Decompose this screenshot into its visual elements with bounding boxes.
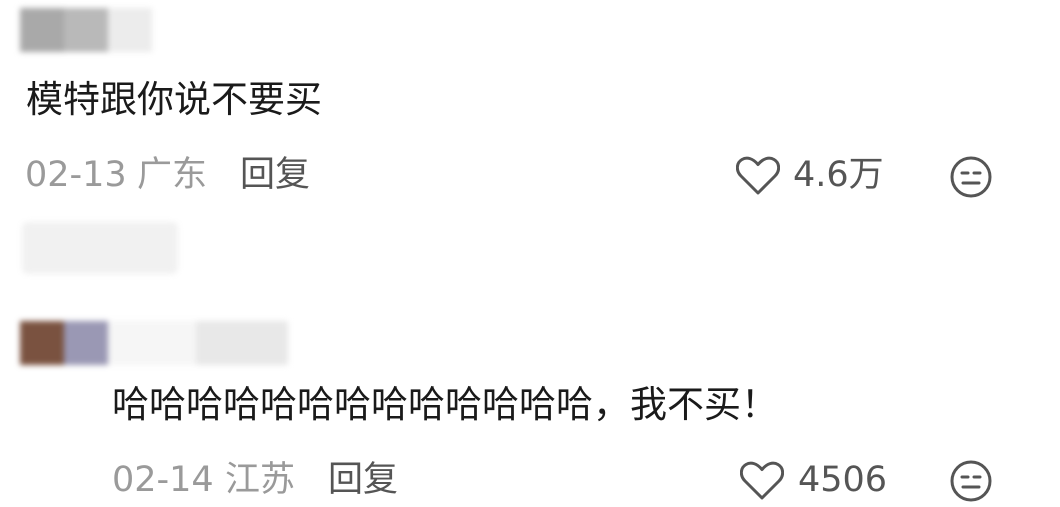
like-count: 4506 — [798, 460, 888, 500]
comment-date: 02-14 — [112, 460, 214, 500]
comment-text: 哈哈哈哈哈哈哈哈哈哈哈哈哈，我不买！ — [112, 383, 778, 426]
comment-text: 模特跟你说不要买 — [26, 78, 322, 121]
username-redacted — [20, 8, 152, 52]
reply-button[interactable]: 回复 — [328, 463, 398, 498]
expressionless-face-icon[interactable] — [949, 459, 993, 503]
username-redacted — [20, 321, 288, 365]
comment-location: 江苏 — [225, 460, 296, 500]
reply-button[interactable]: 回复 — [240, 158, 310, 193]
comment-location: 广东 — [137, 155, 208, 195]
heart-icon[interactable] — [736, 156, 780, 196]
collapsed-reply-redacted — [22, 222, 178, 274]
comment-date: 02-13 — [25, 155, 127, 195]
heart-icon[interactable] — [740, 461, 784, 501]
expressionless-face-icon[interactable] — [949, 155, 993, 199]
like-count: 4.6万 — [793, 155, 884, 195]
